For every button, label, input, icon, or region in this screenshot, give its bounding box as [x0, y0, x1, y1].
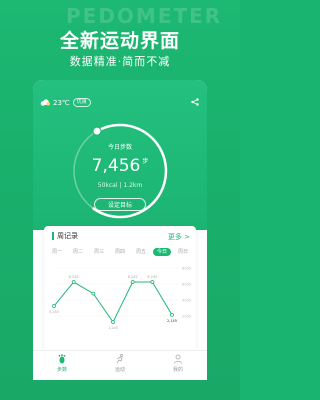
- data-point: [91, 291, 96, 296]
- y-tick-label: 6000: [182, 283, 191, 287]
- weather-status: 23℃ 优良: [40, 98, 91, 107]
- day-selector: 周一 周二 周三 周四 周五 今日 周日: [48, 248, 192, 256]
- pedometer-watermark: PEDOMETER: [66, 4, 223, 28]
- data-label: 6,245: [147, 275, 157, 279]
- user-icon: [174, 354, 182, 364]
- data-point: [130, 280, 135, 284]
- step-count-value: 7,456: [91, 156, 141, 176]
- temperature: 23℃: [53, 98, 70, 107]
- set-goal-button[interactable]: 设定目标: [94, 198, 146, 211]
- tab-me-label: 我的: [172, 367, 183, 373]
- day-tab-1[interactable]: 周二: [69, 248, 87, 256]
- step-unit: 步: [142, 158, 149, 165]
- y-tick-label: 2000: [182, 315, 191, 319]
- day-tab-2[interactable]: 周三: [90, 248, 108, 256]
- day-tab-5[interactable]: 今日: [153, 248, 171, 256]
- day-tab-6[interactable]: 周日: [174, 248, 192, 256]
- tab-sport-label: 运动: [114, 367, 125, 373]
- data-point: [52, 304, 56, 308]
- today-hero: 23℃ 优良 今日步数 7,456 步 50kcal | 1.2km 设定目标: [33, 80, 207, 230]
- data-point: [111, 320, 115, 324]
- today-steps-label: 今日步数: [107, 144, 132, 151]
- weekly-record-title: 周记录: [52, 232, 78, 240]
- data-label: 6,245: [128, 275, 138, 279]
- data-label: 6,245: [69, 275, 79, 279]
- day-tab-0[interactable]: 周一: [48, 248, 66, 256]
- promo-subline: 数据精准·简而不减: [69, 55, 171, 68]
- day-tab-3[interactable]: 周四: [111, 248, 129, 256]
- data-label: 2,145: [167, 319, 177, 323]
- tab-steps-label: 步数: [56, 367, 67, 373]
- calorie-distance: 50kcal | 1.2km: [97, 182, 143, 189]
- aqi-badge: 优良: [72, 98, 91, 107]
- data-point: [150, 280, 155, 284]
- more-link[interactable]: 更多 >: [168, 232, 190, 242]
- step-count: 7,456 步: [33, 156, 207, 176]
- y-tick-label: 8000: [182, 267, 191, 271]
- promo-headline: 全新运动界面: [59, 30, 180, 52]
- data-point: [71, 280, 76, 284]
- data-label: 1,245: [108, 326, 118, 330]
- day-tab-4[interactable]: 周五: [132, 248, 150, 256]
- phone-screen: 23℃ 优良 今日步数 7,456 步 50kcal | 1.2km 设定目标 周…: [33, 80, 207, 380]
- data-label: 3,245: [49, 310, 59, 314]
- run-icon: [116, 354, 123, 364]
- weekly-record-card: 周记录 更多 > 周一 周二 周三 周四 周五 今日 周日 8000 6000 4000 2000…: [44, 226, 196, 361]
- data-point: [170, 312, 174, 317]
- y-tick-label: 4000: [182, 299, 191, 303]
- tab-me[interactable]: 我的: [158, 351, 198, 380]
- tab-sport[interactable]: 运动: [100, 351, 140, 380]
- tab-steps[interactable]: 步数: [42, 351, 82, 380]
- cloud-icon: [40, 99, 50, 106]
- bottom-tab-bar: 步数 运动 我的: [33, 350, 207, 380]
- footprint-icon: [58, 354, 66, 364]
- weekly-line-chart: 8000 6000 4000 2000 3,245 6,245 1,245 6,245 6,24…: [49, 267, 191, 331]
- share-icon[interactable]: [191, 98, 199, 106]
